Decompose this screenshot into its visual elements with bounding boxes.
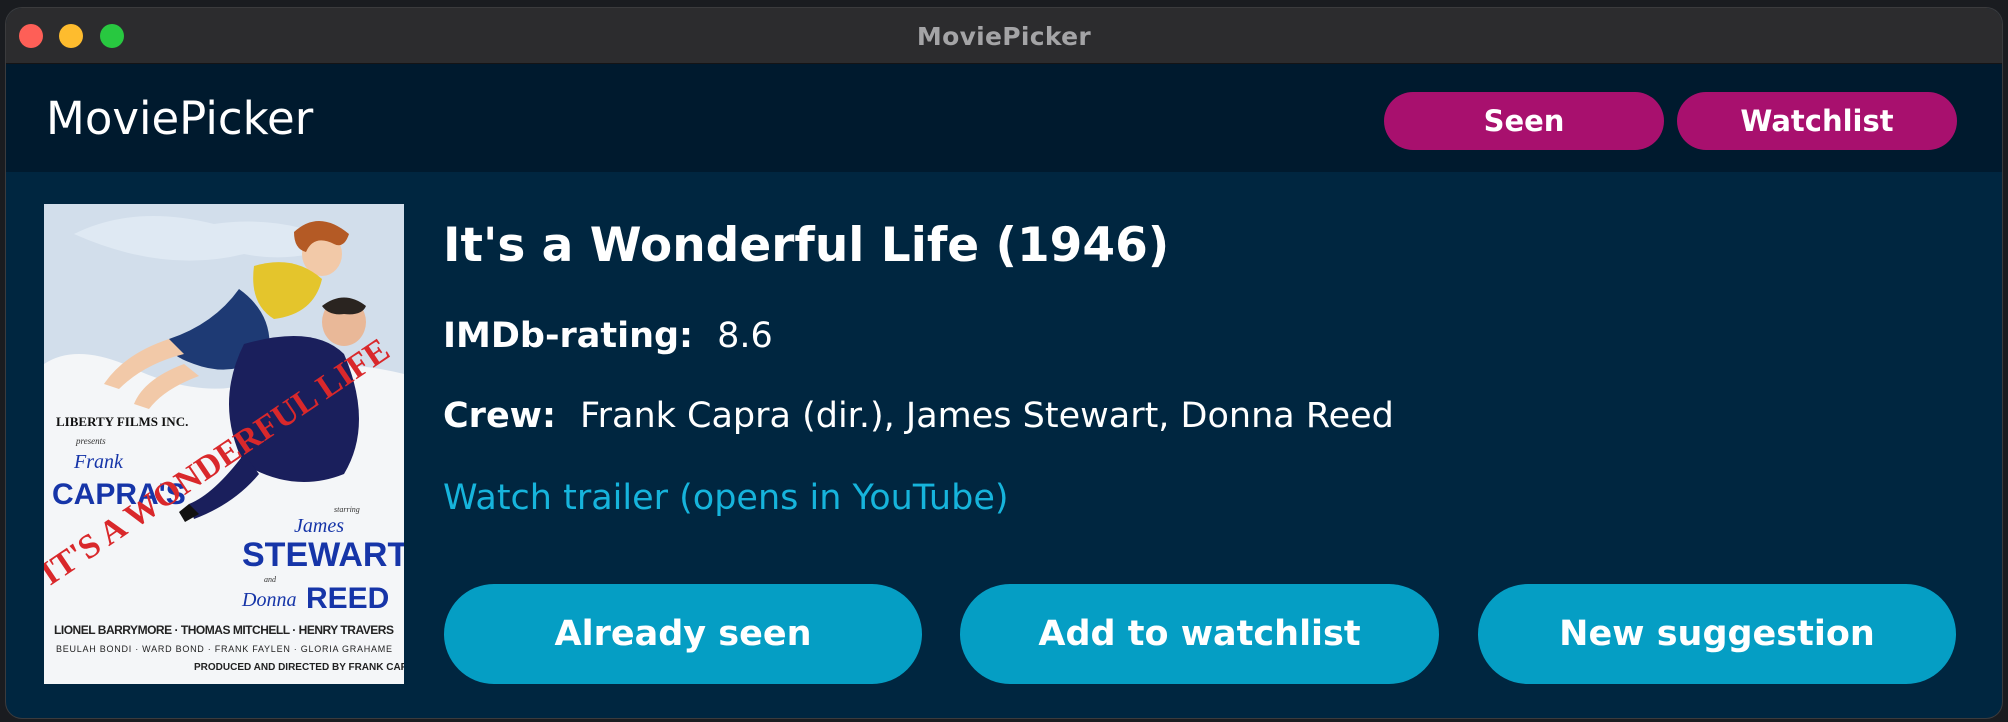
crew-value: Frank Capra (dir.), James Stewart, Donna… [580, 396, 1394, 436]
poster-star2-first: Donna [241, 589, 296, 611]
poster-cast-line2: BEULAH BONDI · WARD BOND · FRANK FAYLEN … [56, 644, 392, 654]
new-suggestion-button[interactable]: New suggestion [1478, 584, 1956, 684]
rating-row: IMDb-rating: 8.6 [443, 316, 773, 356]
crew-label: Crew: [443, 396, 557, 436]
poster-presents: presents [75, 436, 106, 446]
crew-row: Crew: Frank Capra (dir.), James Stewart,… [443, 396, 1394, 436]
app-brand: MoviePicker [46, 92, 314, 145]
poster-cast-line1: LIONEL BARRYMORE · THOMAS MITCHELL · HEN… [54, 623, 394, 637]
movie-poster: LIBERTY FILMS INC. presents Frank CAPRA'… [44, 204, 404, 684]
movie-title: It's a Wonderful Life (1946) [443, 218, 1170, 273]
poster-starring: starring [334, 505, 360, 514]
poster-studio: LIBERTY FILMS INC. [56, 414, 188, 429]
seen-nav-button[interactable]: Seen [1384, 92, 1664, 150]
app-window: MoviePicker MoviePicker Seen Watchlist L… [6, 8, 2002, 718]
app-header: MoviePicker Seen Watchlist [6, 64, 2002, 172]
poster-star1-first: James [294, 515, 344, 537]
poster-star2-last: REED [306, 582, 389, 615]
watchlist-nav-button[interactable]: Watchlist [1677, 92, 1957, 150]
rating-value: 8.6 [717, 316, 773, 356]
poster-credit: PRODUCED AND DIRECTED BY FRANK CAPRA [194, 662, 404, 673]
window-title: MoviePicker [916, 22, 1092, 51]
poster-and: and [264, 575, 277, 584]
poster-star1-last: STEWART [242, 536, 404, 574]
poster-director-first: Frank [73, 451, 124, 473]
watch-trailer-link[interactable]: Watch trailer (opens in YouTube) [443, 478, 1009, 518]
already-seen-button[interactable]: Already seen [444, 584, 922, 684]
add-to-watchlist-button[interactable]: Add to watchlist [960, 584, 1439, 684]
rating-label: IMDb-rating: [443, 316, 694, 356]
title-bar: MoviePicker [6, 8, 2002, 64]
